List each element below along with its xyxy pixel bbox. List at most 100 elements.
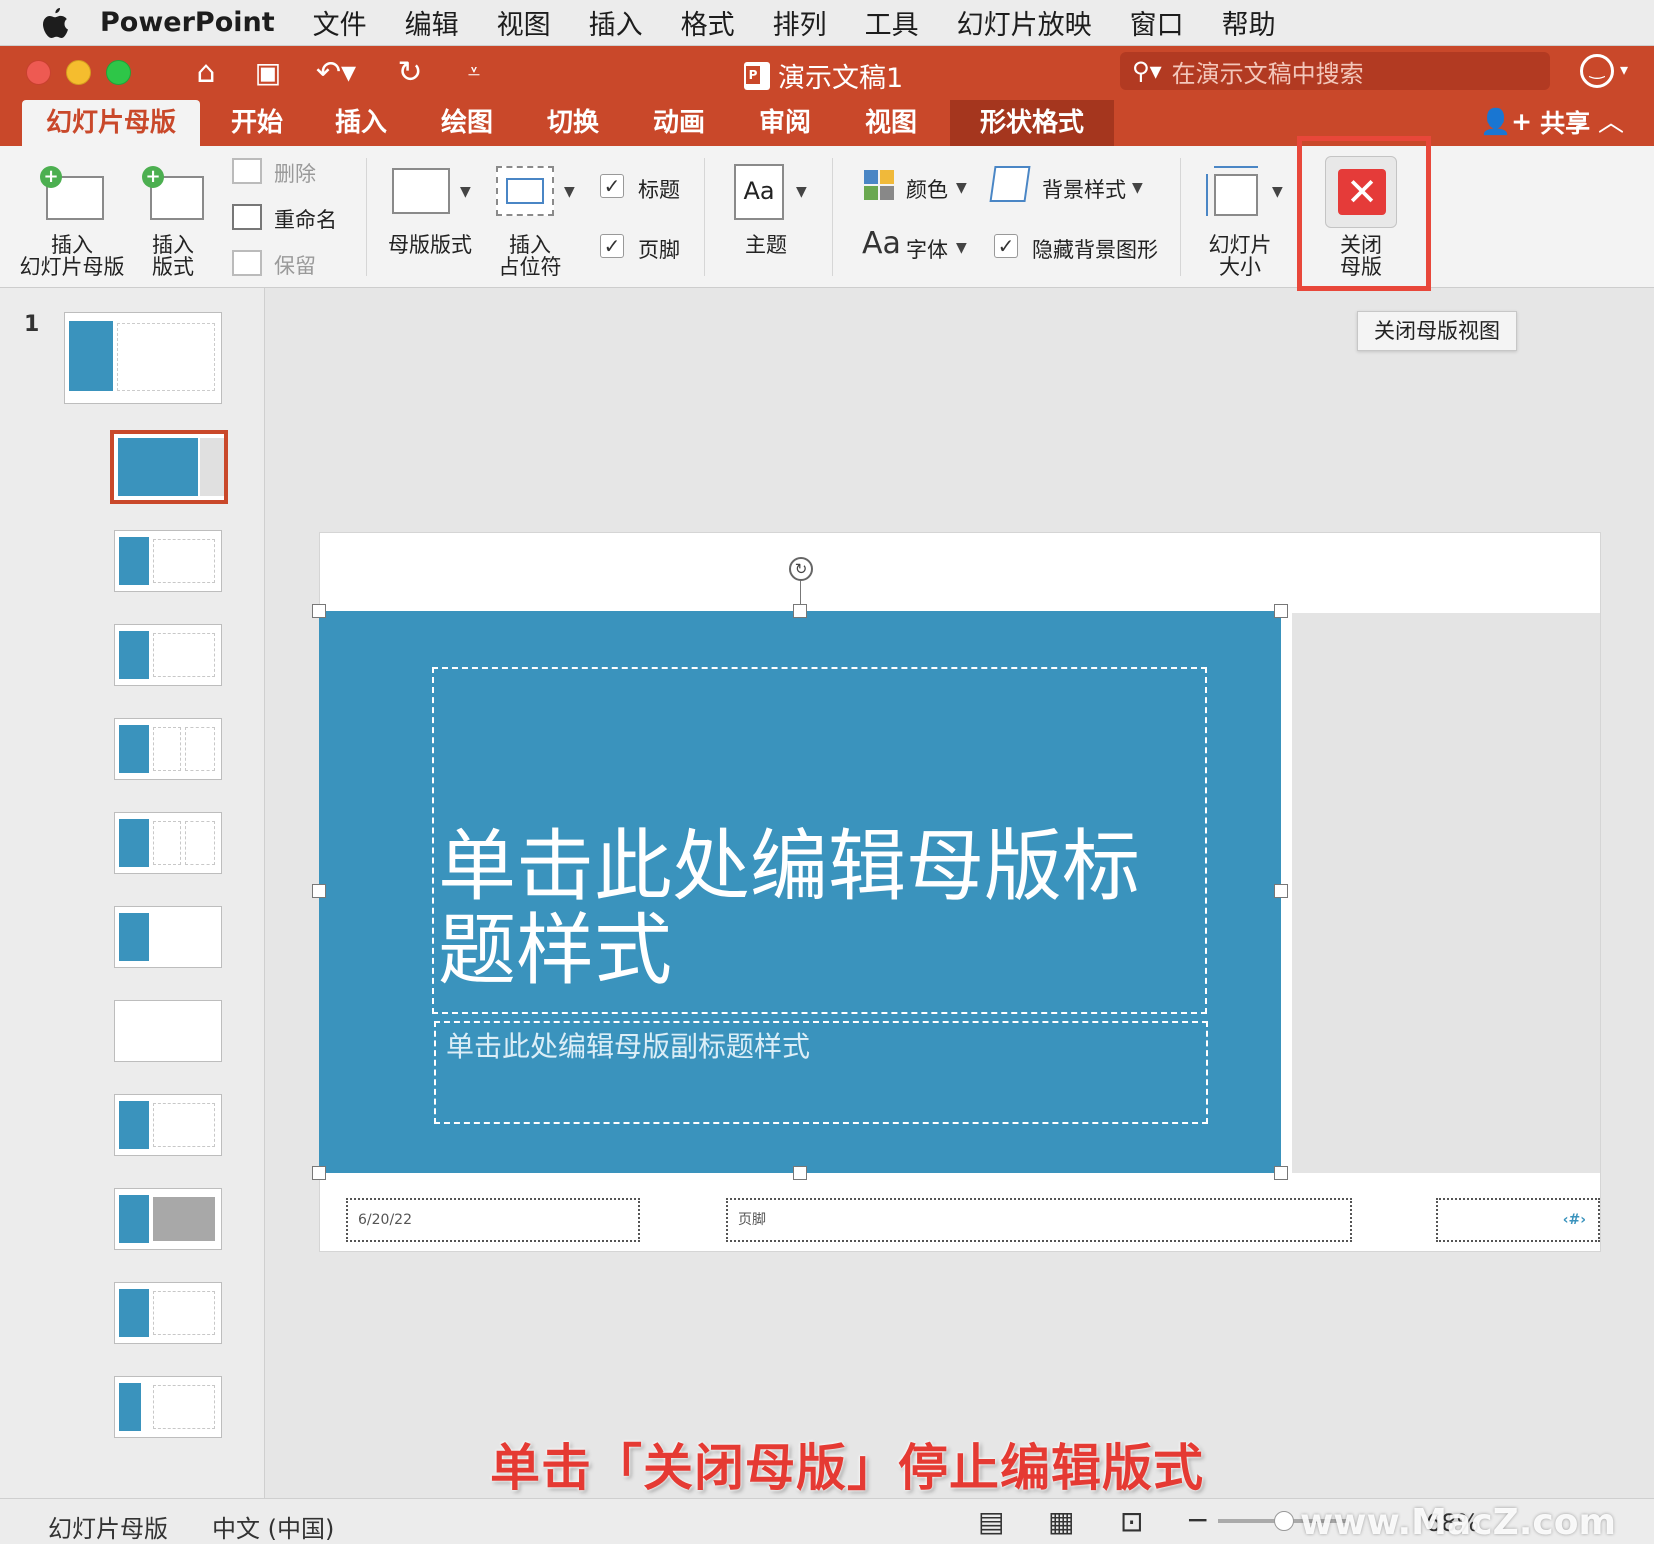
chevron-down-icon[interactable]: ▼ bbox=[460, 184, 471, 200]
tab-draw[interactable]: 绘图 bbox=[424, 100, 510, 146]
tab-slide-master[interactable]: 幻灯片母版 bbox=[22, 100, 200, 146]
background-styles-button[interactable]: 背景样式 bbox=[1042, 174, 1126, 204]
chevron-down-icon[interactable]: ▼ bbox=[796, 184, 807, 200]
document-title: 演示文稿1 bbox=[744, 56, 903, 95]
slide-number-placeholder[interactable]: ‹#› bbox=[1436, 1198, 1600, 1242]
menu-insert[interactable]: 插入 bbox=[589, 3, 643, 42]
redo-icon[interactable]: ↻ bbox=[390, 54, 430, 92]
chevron-down-icon[interactable]: ▼ bbox=[1272, 184, 1283, 200]
zoom-window-button[interactable] bbox=[106, 60, 131, 85]
menu-arrange[interactable]: 排列 bbox=[773, 3, 827, 42]
tab-insert[interactable]: 插入 bbox=[318, 100, 404, 146]
resize-handle[interactable] bbox=[1274, 884, 1288, 898]
zoom-slider-thumb[interactable] bbox=[1274, 1511, 1294, 1531]
resize-handle[interactable] bbox=[312, 604, 326, 618]
normal-view-icon[interactable]: ▤ bbox=[978, 1505, 1004, 1538]
insert-master-button[interactable]: 插入 幻灯片母版 bbox=[12, 234, 132, 278]
layout-thumbnail[interactable] bbox=[114, 1282, 222, 1344]
search-placeholder: 在演示文稿中搜索 bbox=[1171, 59, 1364, 88]
tab-transitions[interactable]: 切换 bbox=[530, 100, 616, 146]
layout-thumbnail[interactable] bbox=[114, 624, 222, 686]
menu-bar: PowerPoint 文件 编辑 视图 插入 格式 排列 工具 幻灯片放映 窗口… bbox=[0, 0, 1654, 46]
preserve-button[interactable]: 保留 bbox=[274, 250, 316, 280]
master-thumbnail[interactable] bbox=[64, 312, 222, 404]
menu-edit[interactable]: 编辑 bbox=[405, 3, 459, 42]
undo-icon[interactable]: ↶▾ bbox=[308, 54, 364, 92]
close-master-icon-button[interactable]: ✕ bbox=[1325, 156, 1397, 228]
insert-layout-button[interactable]: 插入 版式 bbox=[136, 234, 210, 278]
title-checkbox[interactable]: ✓ bbox=[600, 174, 624, 198]
colors-button[interactable]: 颜色 bbox=[906, 174, 948, 204]
collapse-ribbon-icon[interactable]: ︿ bbox=[1598, 102, 1624, 139]
home-icon[interactable]: ⌂ bbox=[186, 54, 226, 92]
chevron-down-icon[interactable]: ▼ bbox=[564, 184, 575, 200]
menu-tools[interactable]: 工具 bbox=[865, 3, 919, 42]
layout-thumbnail[interactable] bbox=[114, 812, 222, 874]
menu-help[interactable]: 帮助 bbox=[1222, 3, 1276, 42]
slide-size-button[interactable]: 幻灯片 大小 bbox=[1198, 234, 1282, 278]
resize-handle[interactable] bbox=[312, 1166, 326, 1180]
theme-button[interactable]: 主题 bbox=[726, 234, 806, 256]
layout-thumbnail[interactable] bbox=[114, 1376, 222, 1438]
chevron-down-icon[interactable]: ▼ bbox=[956, 240, 967, 256]
tab-shape-format[interactable]: 形状格式 bbox=[950, 100, 1114, 146]
resize-handle[interactable] bbox=[1274, 604, 1288, 618]
presenter-view-icon[interactable]: ⊡ bbox=[1120, 1505, 1143, 1538]
insert-placeholder-button[interactable]: 插入 占位符 bbox=[490, 234, 570, 278]
close-window-button[interactable] bbox=[26, 60, 51, 85]
layout-thumbnail[interactable] bbox=[114, 530, 222, 592]
chevron-down-icon[interactable]: ▼ bbox=[1132, 180, 1143, 196]
menu-window[interactable]: 窗口 bbox=[1130, 3, 1184, 42]
rotate-handle-icon[interactable]: ↻ bbox=[789, 557, 813, 581]
tab-animations[interactable]: 动画 bbox=[636, 100, 722, 146]
menu-format[interactable]: 格式 bbox=[681, 3, 735, 42]
layout-thumbnail[interactable] bbox=[114, 906, 222, 968]
zoom-out-icon[interactable]: − bbox=[1186, 1503, 1209, 1536]
layout-thumbnail[interactable] bbox=[114, 1094, 222, 1156]
tab-home[interactable]: 开始 bbox=[214, 100, 300, 146]
feedback-chevron-down-icon[interactable]: ▾ bbox=[1620, 60, 1628, 79]
app-menu[interactable]: PowerPoint bbox=[100, 7, 275, 38]
layout-thumbnail-selected[interactable] bbox=[110, 430, 228, 504]
close-master-button[interactable]: 关闭 母版 bbox=[1320, 234, 1402, 278]
tab-review[interactable]: 审阅 bbox=[742, 100, 828, 146]
apple-icon[interactable] bbox=[40, 6, 70, 40]
share-label: 共享 bbox=[1540, 109, 1591, 138]
delete-icon bbox=[232, 158, 262, 184]
customize-toolbar-icon[interactable]: ⩡ bbox=[458, 54, 490, 92]
search-icon: ⚲▾ bbox=[1132, 57, 1162, 85]
insert-master-icon: + bbox=[36, 164, 106, 220]
slide-size-icon bbox=[1204, 166, 1260, 218]
chevron-down-icon[interactable]: ▼ bbox=[956, 180, 967, 196]
master-title-text: 单击此处编辑母版标题样式 bbox=[438, 822, 1141, 996]
menu-slideshow[interactable]: 幻灯片放映 bbox=[957, 3, 1092, 42]
menu-file[interactable]: 文件 bbox=[313, 3, 367, 42]
minimize-window-button[interactable] bbox=[66, 60, 91, 85]
resize-handle[interactable] bbox=[793, 1166, 807, 1180]
feedback-smiley-icon[interactable]: ‿ bbox=[1580, 54, 1614, 88]
tab-view[interactable]: 视图 bbox=[848, 100, 934, 146]
resize-handle[interactable] bbox=[312, 884, 326, 898]
search-field[interactable]: ⚲▾ 在演示文稿中搜索 bbox=[1120, 52, 1550, 90]
layout-thumbnail[interactable] bbox=[114, 1000, 222, 1062]
master-layout-button[interactable]: 母版版式 bbox=[382, 234, 478, 256]
menu-view[interactable]: 视图 bbox=[497, 3, 551, 42]
hide-background-graphics-checkbox[interactable]: ✓ bbox=[994, 234, 1018, 258]
fonts-button[interactable]: 字体 bbox=[906, 234, 948, 264]
resize-handle[interactable] bbox=[1274, 1166, 1288, 1180]
resize-handle[interactable] bbox=[793, 604, 807, 618]
layout-thumbnail[interactable] bbox=[114, 1188, 222, 1250]
footer-checkbox-label: 页脚 bbox=[638, 238, 680, 262]
date-placeholder[interactable]: 6/20/22 bbox=[346, 1198, 640, 1242]
share-button[interactable]: 👤+ 共享 bbox=[1480, 104, 1590, 140]
rename-button[interactable]: 重命名 bbox=[274, 204, 337, 234]
add-person-icon: 👤+ bbox=[1480, 107, 1533, 136]
footer-checkbox[interactable]: ✓ bbox=[600, 234, 624, 258]
status-language[interactable]: 中文 (中国) bbox=[212, 1509, 334, 1544]
hide-background-graphics-label: 隐藏背景图形 bbox=[1032, 238, 1158, 262]
layout-thumbnail[interactable] bbox=[114, 718, 222, 780]
save-icon[interactable]: ▣ bbox=[248, 54, 288, 92]
slide-sorter-icon[interactable]: ▦ bbox=[1048, 1505, 1074, 1538]
delete-button[interactable]: 删除 bbox=[274, 158, 316, 188]
footer-placeholder[interactable]: 页脚 bbox=[726, 1198, 1352, 1242]
